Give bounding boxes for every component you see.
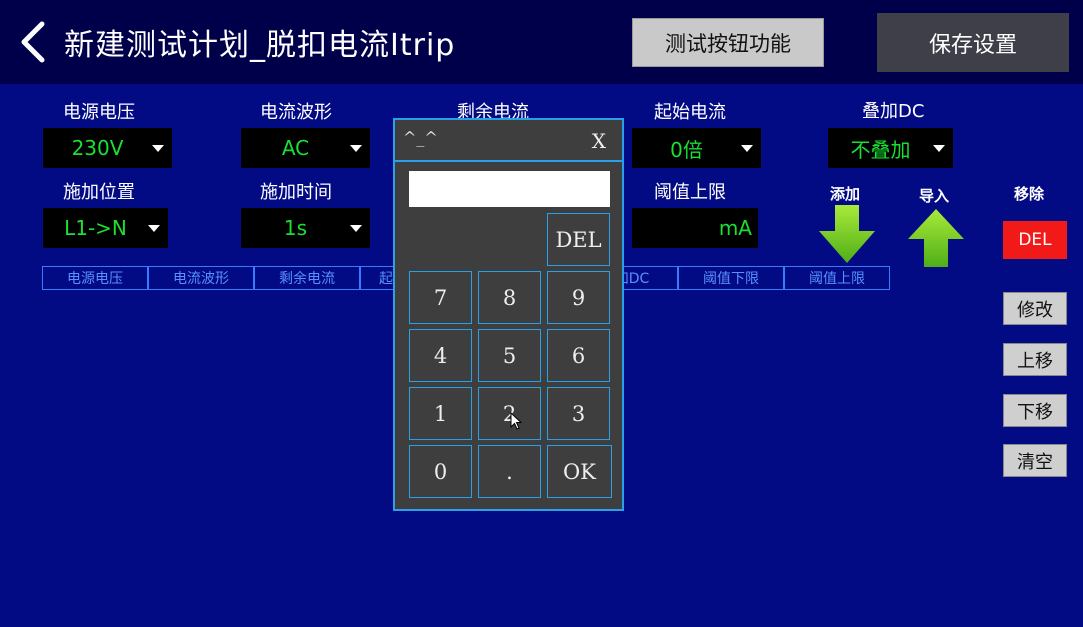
- key-7[interactable]: 7: [409, 271, 472, 324]
- apply-position-select[interactable]: L1->N: [43, 208, 168, 248]
- key-6[interactable]: 6: [547, 329, 610, 382]
- key-4[interactable]: 4: [409, 329, 472, 382]
- test-button-function-button[interactable]: 测试按钮功能: [632, 18, 824, 67]
- add-label: 添加: [830, 185, 861, 203]
- dropdown-arrow-icon: [350, 144, 362, 152]
- dropdown-arrow-icon: [148, 224, 160, 232]
- apply-time-select[interactable]: 1s: [241, 208, 370, 248]
- move-down-button[interactable]: 下移: [1003, 394, 1067, 427]
- keypad-input[interactable]: [409, 171, 610, 207]
- save-settings-button[interactable]: 保存设置: [877, 13, 1069, 72]
- apply-position-value: L1->N: [64, 216, 127, 240]
- column-header: 剩余电流: [254, 266, 360, 290]
- key-8[interactable]: 8: [478, 271, 541, 324]
- key-0[interactable]: 0: [409, 445, 472, 498]
- add-arrow-down-icon[interactable]: [818, 205, 876, 269]
- current-waveform-select[interactable]: AC: [241, 128, 370, 168]
- mouse-pointer-icon: [510, 411, 523, 434]
- power-voltage-select[interactable]: 230V: [43, 128, 172, 168]
- dropdown-arrow-icon: [933, 144, 945, 152]
- dropdown-arrow-icon: [152, 144, 164, 152]
- superimpose-dc-select[interactable]: 不叠加: [828, 128, 953, 168]
- threshold-upper-input[interactable]: mA: [632, 208, 758, 248]
- column-header: 电源电压: [42, 266, 148, 290]
- keypad-title: ^_^: [403, 128, 438, 147]
- move-up-button[interactable]: 上移: [1003, 343, 1067, 376]
- start-current-select[interactable]: 0倍: [632, 128, 761, 168]
- key-3[interactable]: 3: [547, 387, 610, 440]
- keypad-title-bar: ^_^ X: [395, 120, 622, 162]
- delete-button[interactable]: DEL: [1003, 221, 1067, 259]
- numeric-keypad-dialog: ^_^ X DEL 7 8 9 4 5 6 1 2 3 0 . OK: [393, 118, 624, 511]
- start-current-label: 起始电流: [654, 102, 726, 123]
- key-ok[interactable]: OK: [547, 445, 612, 498]
- close-icon[interactable]: X: [592, 129, 606, 153]
- power-voltage-value: 230V: [71, 136, 124, 160]
- remove-label: 移除: [1014, 185, 1045, 203]
- key-9[interactable]: 9: [547, 271, 610, 324]
- column-header: 阈值上限: [784, 266, 890, 290]
- modify-button[interactable]: 修改: [1003, 292, 1067, 325]
- current-waveform-value: AC: [281, 136, 310, 160]
- key-decimal[interactable]: .: [478, 445, 541, 498]
- import-label: 导入: [919, 187, 950, 205]
- apply-position-label: 施加位置: [63, 182, 135, 203]
- superimpose-dc-value: 不叠加: [850, 137, 911, 162]
- dropdown-arrow-icon: [350, 224, 362, 232]
- apply-time-label: 施加时间: [260, 182, 332, 203]
- start-current-value: 0倍: [670, 137, 703, 162]
- page-title: 新建测试计划_脱扣电流Itrip: [64, 28, 456, 63]
- keypad-del-button[interactable]: DEL: [547, 213, 610, 266]
- key-1[interactable]: 1: [409, 387, 472, 440]
- column-header: 阈值下限: [678, 266, 784, 290]
- column-header: 电流波形: [148, 266, 254, 290]
- superimpose-dc-label: 叠加DC: [862, 101, 925, 122]
- import-arrow-up-icon[interactable]: [907, 207, 965, 271]
- threshold-upper-label: 阈值上限: [654, 182, 726, 203]
- dropdown-arrow-icon: [741, 144, 753, 152]
- clear-button[interactable]: 清空: [1003, 444, 1067, 477]
- power-voltage-label: 电源电压: [63, 102, 135, 123]
- apply-time-value: 1s: [283, 216, 308, 240]
- back-icon[interactable]: [14, 20, 50, 64]
- key-5[interactable]: 5: [478, 329, 541, 382]
- current-waveform-label: 电流波形: [260, 102, 332, 123]
